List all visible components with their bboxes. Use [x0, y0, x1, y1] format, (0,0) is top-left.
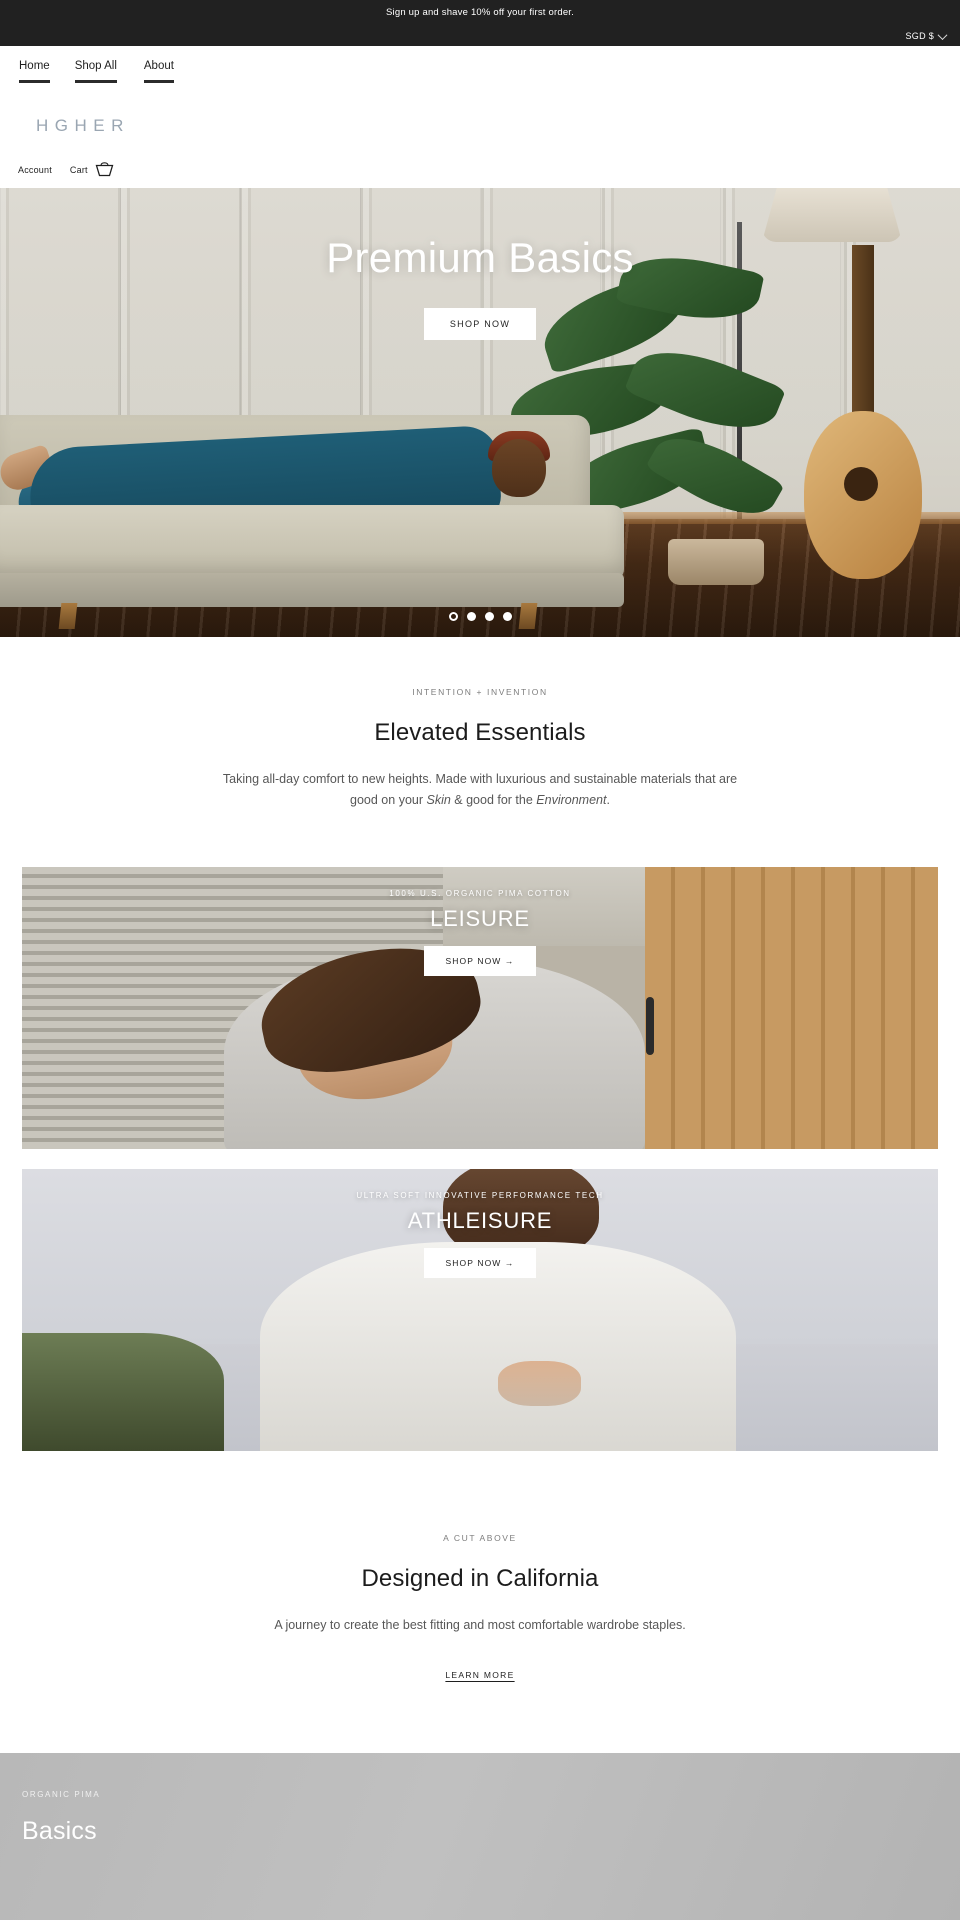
designed-section: A CUT ABOVE Designed in California A jou…	[0, 1471, 960, 1753]
currency-label: SGD $	[905, 31, 934, 41]
athleisure-eyebrow: ULTRA SOFT INNOVATIVE PERFORMANCE TECH	[356, 1191, 604, 1200]
intro-emphasis-environment: Environment	[536, 793, 607, 807]
cart-link[interactable]: Cart	[70, 162, 114, 177]
homepage: Sign up and shave 10% off your first ord…	[0, 0, 960, 1920]
bottom-banner-eyebrow: ORGANIC PIMA	[22, 1790, 101, 1799]
leisure-shop-now-button[interactable]: SHOP NOW →	[423, 946, 537, 976]
cart-label: Cart	[69, 164, 88, 175]
nav-item-about[interactable]: About	[143, 58, 174, 83]
nav-item-label: Home	[19, 60, 50, 72]
designed-body: A journey to create the best fitting and…	[274, 1618, 686, 1632]
designed-title: Designed in California	[361, 1565, 599, 1592]
nav-item-home[interactable]: Home	[19, 58, 50, 83]
hero-content: Premium Basics SHOP NOW	[0, 188, 960, 637]
nav-item-shop-all[interactable]: Shop All	[74, 58, 117, 83]
carousel-dot-2[interactable]	[466, 612, 476, 621]
intro-eyebrow: INTENTION + INVENTION	[412, 687, 548, 697]
category-card-leisure[interactable]: 100% U.S. ORGANIC PIMA COTTON LEISURE SH…	[22, 867, 938, 1149]
bottom-banner-content: ORGANIC PIMA Basics	[22, 1790, 100, 1846]
athleisure-card-content: ULTRA SOFT INNOVATIVE PERFORMANCE TECH A…	[22, 1169, 938, 1451]
account-link[interactable]: Account	[18, 165, 52, 175]
main-navigation: Home Shop All About	[0, 46, 960, 90]
nav-active-underline	[74, 80, 117, 83]
shopping-basket-icon	[95, 162, 114, 177]
bottom-banner-title: Basics	[22, 1817, 97, 1845]
intro-body-line2-mid: & good for the	[450, 793, 537, 807]
category-cards: 100% U.S. ORGANIC PIMA COTTON LEISURE SH…	[0, 867, 960, 1451]
chevron-down-icon	[937, 29, 948, 40]
hero-slideshow[interactable]: Premium Basics SHOP NOW	[0, 188, 960, 637]
brand-bar: HGHER Account Cart	[0, 90, 960, 188]
athleisure-shop-now-button[interactable]: SHOP NOW →	[423, 1248, 537, 1278]
carousel-dot-4[interactable]	[502, 612, 512, 621]
utility-links: Account Cart	[18, 162, 114, 177]
bottom-banner[interactable]: ORGANIC PIMA Basics	[0, 1753, 960, 1920]
currency-selector[interactable]: SGD $	[905, 29, 948, 41]
intro-body: Taking all-day comfort to new heights. M…	[220, 769, 740, 811]
intro-body-line2-post: .	[606, 793, 610, 807]
leisure-eyebrow: 100% U.S. ORGANIC PIMA COTTON	[389, 889, 571, 898]
intro-title: Elevated Essentials	[374, 719, 586, 746]
nav-item-label: Shop All	[74, 60, 117, 72]
hero-shop-now-button[interactable]: SHOP NOW	[423, 308, 537, 340]
intro-section: INTENTION + INVENTION Elevated Essential…	[0, 637, 960, 867]
hero-title: Premium Basics	[326, 234, 634, 281]
nav-active-underline	[143, 80, 174, 83]
leisure-title: LEISURE	[430, 906, 530, 931]
announcement-text: Sign up and shave 10% off your first ord…	[386, 7, 574, 18]
nav-item-label: About	[143, 60, 174, 72]
athleisure-title: ATHLEISURE	[407, 1208, 553, 1233]
category-card-athleisure[interactable]: ULTRA SOFT INNOVATIVE PERFORMANCE TECH A…	[22, 1169, 938, 1451]
intro-body-line1: Taking all-day comfort to new heights. M…	[222, 772, 638, 786]
carousel-dot-3[interactable]	[484, 612, 494, 621]
announcement-bar: Sign up and shave 10% off your first ord…	[0, 0, 960, 46]
nav-active-underline	[19, 80, 50, 83]
designed-eyebrow: A CUT ABOVE	[443, 1533, 517, 1543]
leisure-card-content: 100% U.S. ORGANIC PIMA COTTON LEISURE SH…	[22, 867, 938, 1149]
carousel-dot-1[interactable]	[448, 612, 458, 621]
site-logo[interactable]: HGHER	[36, 116, 130, 136]
carousel-dots	[0, 612, 960, 621]
learn-more-link[interactable]: LEARN MORE	[445, 1670, 514, 1680]
intro-emphasis-skin: Skin	[426, 793, 451, 807]
